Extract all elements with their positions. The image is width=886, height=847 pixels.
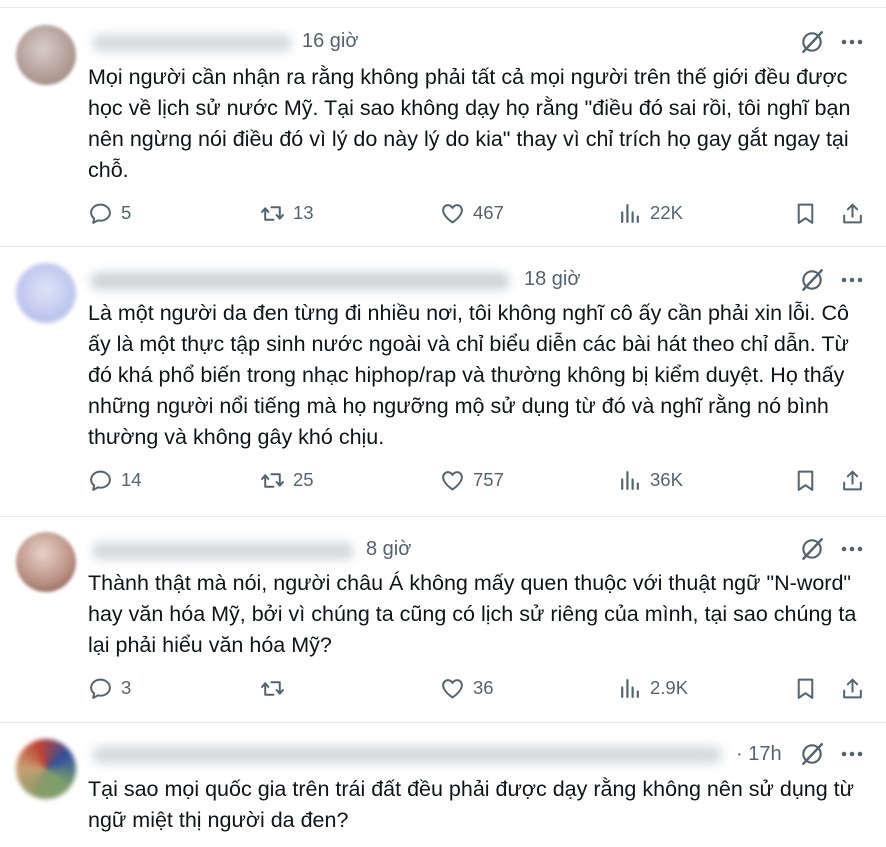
reply-icon xyxy=(88,201,113,226)
tweet[interactable]: 18 giờ Là một người da đen từng đi nhiều… xyxy=(0,246,886,516)
bookmark-icon xyxy=(793,676,818,701)
repost-icon xyxy=(260,468,285,493)
share-icon xyxy=(840,468,865,493)
bookmark-icon xyxy=(793,201,818,226)
more-icon[interactable] xyxy=(840,545,864,553)
like-count: 757 xyxy=(473,469,504,490)
timestamp[interactable]: 16 giờ xyxy=(302,30,358,53)
reply-button[interactable]: 3 xyxy=(88,673,131,703)
action-bar: 3 36 2.9K xyxy=(88,673,878,703)
reply-count: 3 xyxy=(121,677,132,698)
like-icon xyxy=(440,676,465,701)
views-button[interactable]: 22K xyxy=(617,198,683,228)
tweet-text: Là một người da đen từng đi nhiều nơi, t… xyxy=(88,301,849,449)
like-button[interactable]: 757 xyxy=(440,465,504,495)
repost-button[interactable] xyxy=(260,673,293,703)
grok-icon[interactable] xyxy=(799,741,825,767)
reply-button[interactable]: 14 xyxy=(88,465,142,495)
author-name[interactable] xyxy=(90,272,510,290)
divider xyxy=(0,246,886,247)
action-bar: 5 13 467 22K xyxy=(88,198,878,228)
like-count: 467 xyxy=(473,202,504,223)
timestamp[interactable]: 8 giờ xyxy=(366,538,411,561)
repost-button[interactable]: 25 xyxy=(260,465,314,495)
tweet[interactable]: 8 giờ Thành thật mà nói, người châu Á kh… xyxy=(0,516,886,722)
tweet-text: Mọi người cần nhận ra rằng không phải tấ… xyxy=(88,65,851,182)
repost-count: 13 xyxy=(293,202,314,223)
views-button[interactable]: 36K xyxy=(617,465,683,495)
divider xyxy=(0,516,886,517)
more-icon[interactable] xyxy=(840,750,864,758)
avatar[interactable] xyxy=(16,25,76,85)
avatar[interactable] xyxy=(16,263,76,323)
action-bar: 14 25 757 36K xyxy=(88,465,878,495)
bookmark-icon xyxy=(793,468,818,493)
tweet[interactable]: · 17h Tại sao mọi quốc gia trên trái đất… xyxy=(0,722,886,847)
repost-count: 25 xyxy=(293,469,314,490)
views-count: 2.9K xyxy=(650,677,689,698)
tweet[interactable]: 16 giờ Mọi người cần nhận ra rằng không … xyxy=(0,0,886,246)
reply-icon xyxy=(88,676,113,701)
author-name[interactable] xyxy=(92,746,722,764)
tweet-text: Thành thật mà nói, người châu Á không mấ… xyxy=(88,571,857,657)
share-icon xyxy=(840,201,865,226)
bookmark-button[interactable] xyxy=(793,673,826,703)
share-icon xyxy=(840,676,865,701)
timestamp[interactable]: · 17h xyxy=(736,743,782,766)
views-icon xyxy=(617,468,642,493)
more-icon[interactable] xyxy=(840,276,864,284)
views-icon xyxy=(617,201,642,226)
views-button[interactable]: 2.9K xyxy=(617,673,688,703)
grok-icon[interactable] xyxy=(799,536,825,562)
views-count: 36K xyxy=(650,469,683,490)
reply-button[interactable]: 5 xyxy=(88,198,131,228)
like-button[interactable]: 467 xyxy=(440,198,504,228)
share-button[interactable] xyxy=(840,673,873,703)
share-button[interactable] xyxy=(840,465,873,495)
like-count: 36 xyxy=(473,677,494,698)
views-icon xyxy=(617,676,642,701)
like-button[interactable]: 36 xyxy=(440,673,494,703)
author-name[interactable] xyxy=(92,542,354,560)
divider xyxy=(0,722,886,723)
grok-icon[interactable] xyxy=(799,29,825,55)
avatar[interactable] xyxy=(16,739,76,799)
reply-count: 14 xyxy=(121,469,142,490)
more-icon[interactable] xyxy=(840,38,864,46)
reply-count: 5 xyxy=(121,202,132,223)
share-button[interactable] xyxy=(840,198,873,228)
bookmark-button[interactable] xyxy=(793,465,826,495)
bookmark-button[interactable] xyxy=(793,198,826,228)
views-count: 22K xyxy=(650,202,683,223)
repost-icon xyxy=(260,201,285,226)
like-icon xyxy=(440,468,465,493)
grok-icon[interactable] xyxy=(799,267,825,293)
timestamp[interactable]: 18 giờ xyxy=(524,268,580,291)
tweet-text: Tại sao mọi quốc gia trên trái đất đều p… xyxy=(88,777,855,832)
repost-icon xyxy=(260,676,285,701)
like-icon xyxy=(440,201,465,226)
avatar[interactable] xyxy=(16,532,76,592)
author-name[interactable] xyxy=(92,34,292,52)
repost-button[interactable]: 13 xyxy=(260,198,314,228)
divider xyxy=(0,7,886,8)
reply-icon xyxy=(88,468,113,493)
